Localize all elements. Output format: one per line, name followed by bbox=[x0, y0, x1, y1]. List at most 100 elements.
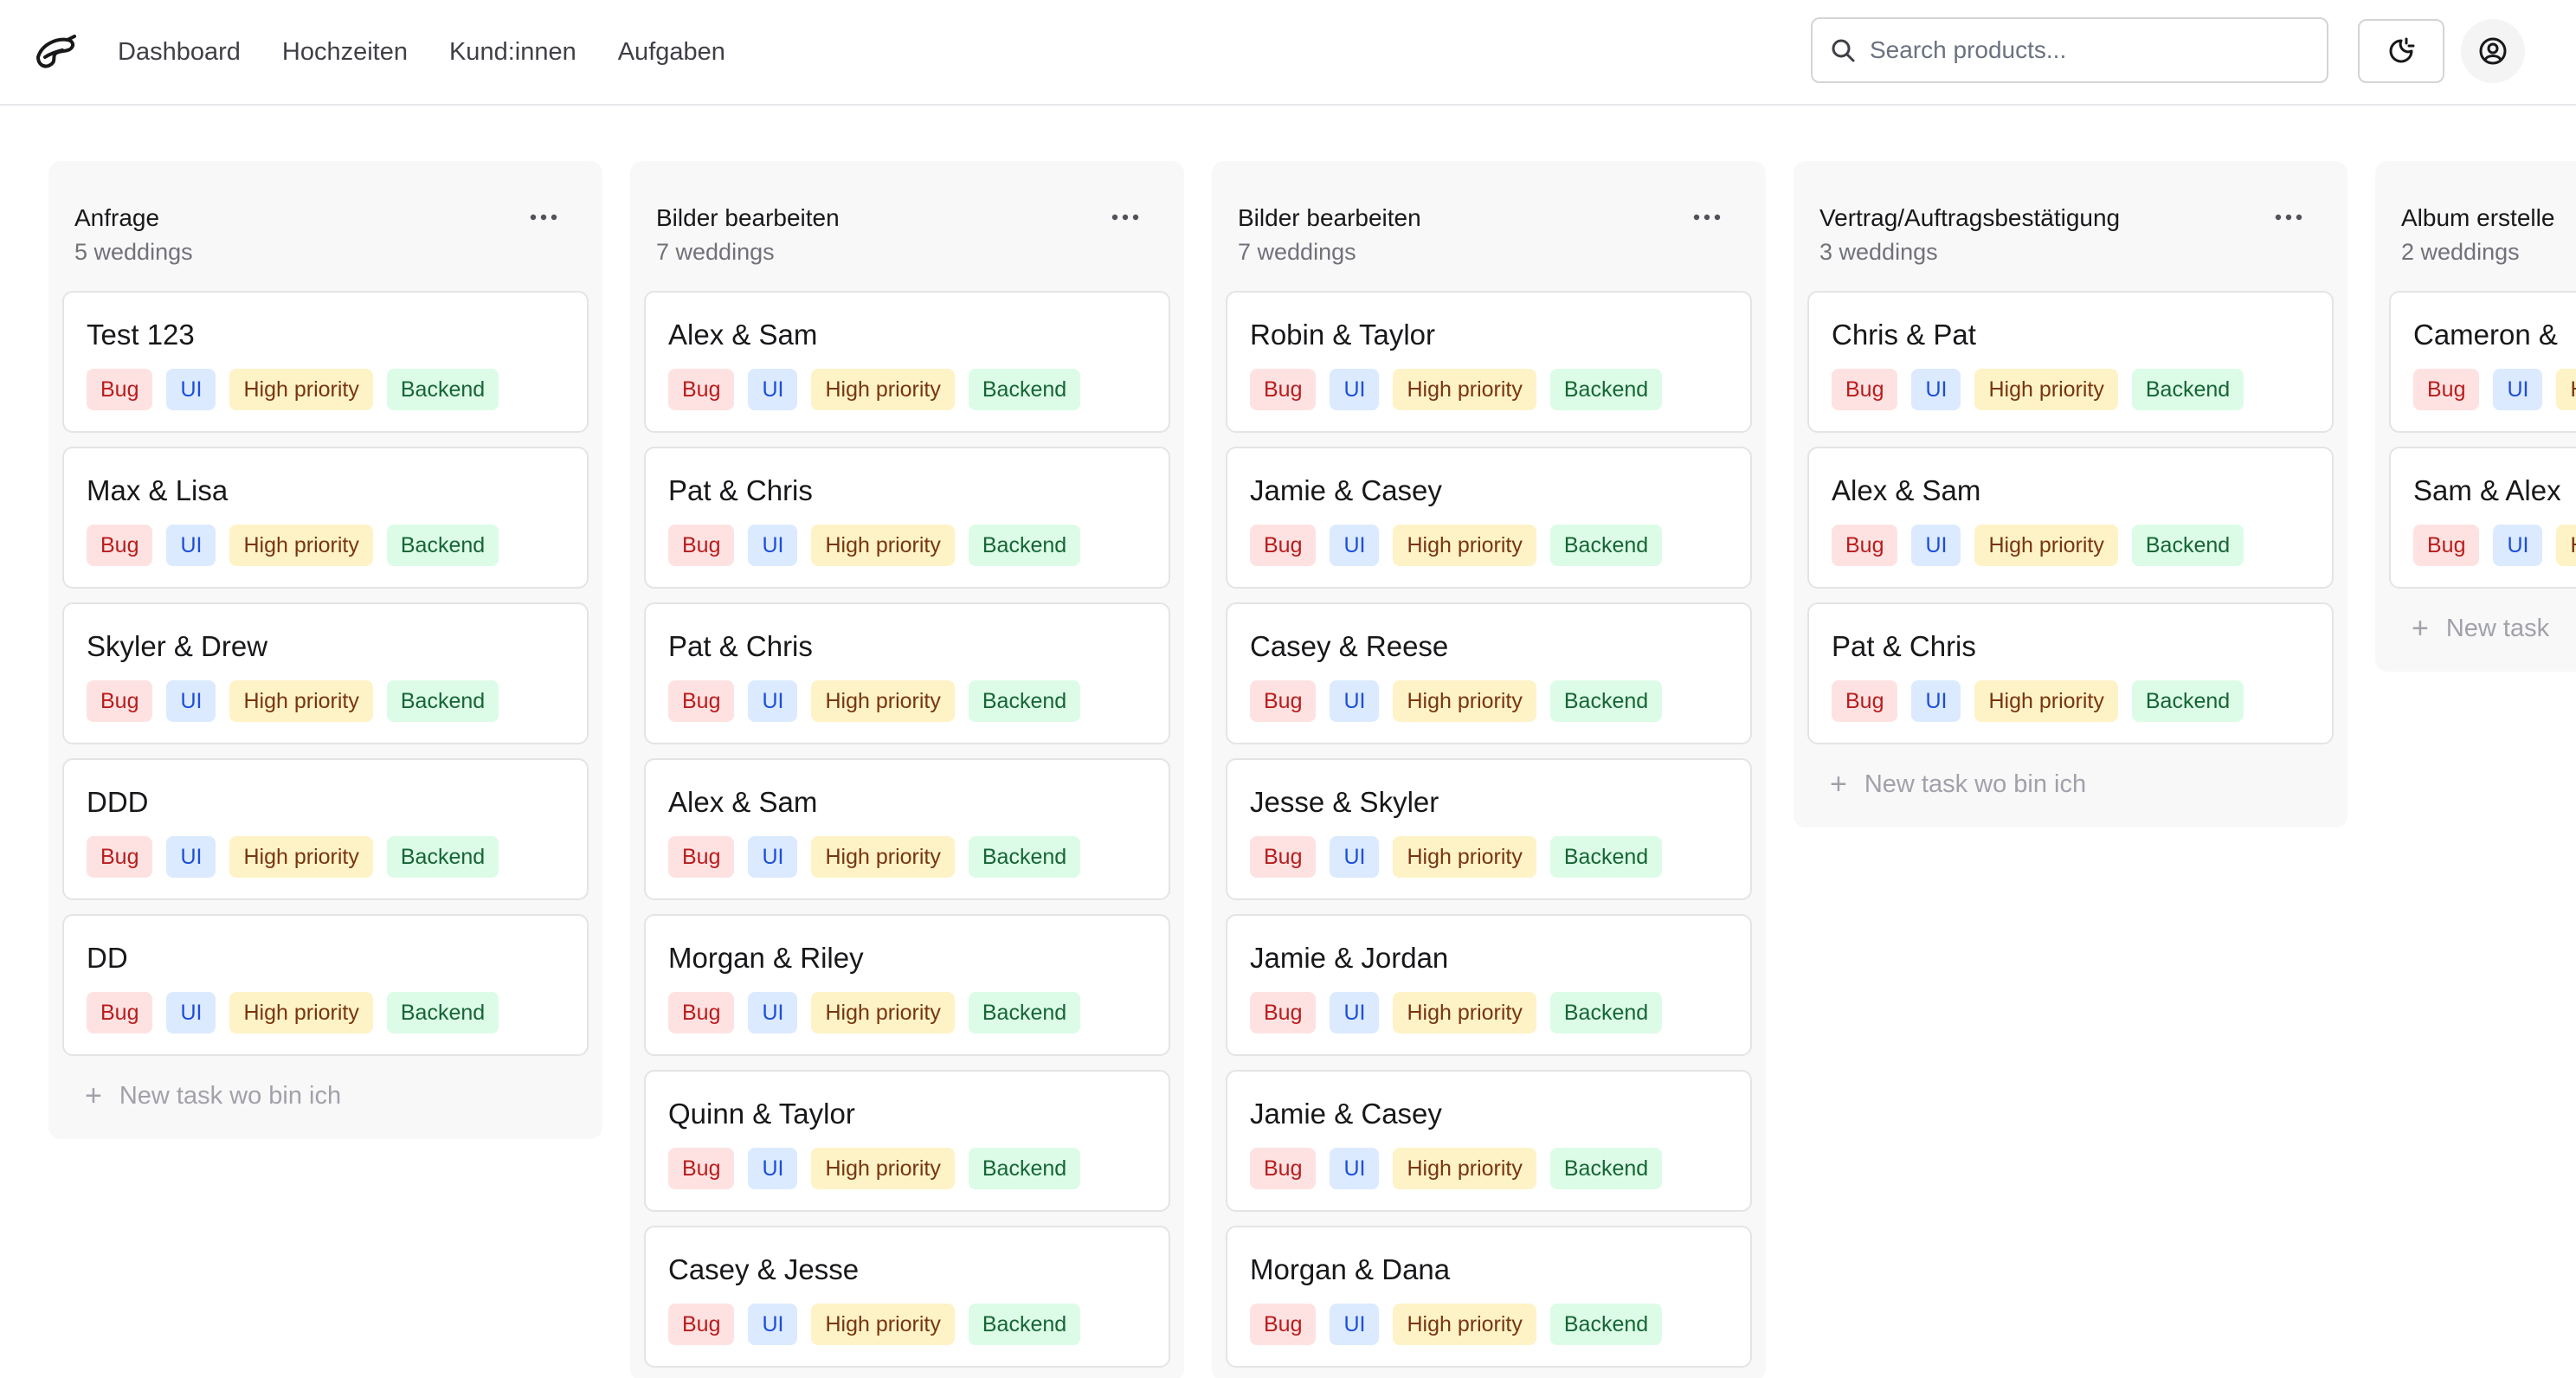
wedding-card[interactable]: Chris & Pat Bug UI High priority Backend bbox=[1807, 291, 2334, 433]
tag-ui: UI bbox=[748, 680, 798, 722]
plus-icon: + bbox=[1830, 768, 1847, 801]
wedding-card[interactable]: Jamie & Jordan Bug UI High priority Backend bbox=[1226, 914, 1752, 1056]
wedding-card[interactable]: Alex & Sam Bug UI High priority Backend bbox=[644, 758, 1170, 900]
tag-backend: Backend bbox=[2131, 680, 2244, 722]
tag-list: BugUIHigh priorityBackend bbox=[87, 992, 512, 1034]
new-task-button[interactable]: + New task bbox=[2389, 602, 2576, 654]
card-title: Casey & Reese bbox=[1250, 630, 1449, 662]
tag-ui: UI bbox=[1330, 1148, 1380, 1189]
tag-list: BugUIHigh priorityBackend bbox=[87, 680, 512, 722]
card-title: Robin & Taylor bbox=[1250, 319, 1436, 351]
user-circle-icon bbox=[2479, 37, 2507, 65]
wedding-card[interactable]: DDD Bug UI High priority Backend bbox=[62, 758, 589, 900]
ellipsis-icon[interactable] bbox=[1693, 209, 1721, 225]
tag-bug: Bug bbox=[668, 836, 735, 878]
tag-backend: Backend bbox=[386, 992, 499, 1034]
tag-backend: Backend bbox=[968, 992, 1081, 1034]
tag-bug: Bug bbox=[668, 1148, 735, 1189]
card-title: Chris & Pat bbox=[1832, 319, 1976, 351]
user-menu-button[interactable] bbox=[2461, 19, 2525, 83]
wedding-card[interactable]: Alex & Sam Bug UI High priority Backend bbox=[644, 291, 1170, 433]
nav-link-hochzeiten[interactable]: Hochzeiten bbox=[282, 38, 408, 67]
column-count: 7 weddings bbox=[1238, 239, 1356, 265]
wedding-card[interactable]: Cameron & BugUIHigh priorityBackend bbox=[2389, 291, 2576, 433]
tag-backend: Backend bbox=[386, 369, 499, 410]
plus-icon: + bbox=[2412, 612, 2429, 645]
tag-list: BugUIHigh priorityBackend bbox=[1250, 680, 1676, 722]
tag-list: BugUIHigh priorityBackend bbox=[87, 836, 512, 878]
new-task-label: New task wo bin ich bbox=[119, 1081, 342, 1110]
new-task-button[interactable]: + New task wo bin ich bbox=[1807, 758, 2334, 810]
tag-ui: UI bbox=[166, 525, 216, 566]
bird-logo-icon[interactable] bbox=[33, 31, 78, 73]
wedding-card[interactable]: Jesse & Skyler Bug UI High priority Backend bbox=[1226, 758, 1752, 900]
wedding-card[interactable]: DD Bug UI High priority Backend bbox=[62, 914, 589, 1056]
tag-bug: Bug bbox=[87, 836, 153, 878]
tag-ui: UI bbox=[748, 1148, 798, 1189]
tag-high-priority: High priority bbox=[1393, 1304, 1536, 1345]
ellipsis-icon[interactable] bbox=[530, 209, 557, 225]
ellipsis-icon[interactable] bbox=[1111, 209, 1139, 225]
tag-list: BugUIHigh priorityBackend bbox=[668, 992, 1094, 1034]
wedding-card[interactable]: Pat & Chris Bug UI High priority Backend bbox=[1807, 602, 2334, 744]
wedding-card[interactable]: Casey & Jesse Bug UI High priority Backend bbox=[644, 1226, 1170, 1368]
wedding-card[interactable]: Casey & Reese Bug UI High priority Backend bbox=[1226, 602, 1752, 744]
tag-backend: Backend bbox=[386, 836, 499, 878]
tag-list: BugUIHigh priorityBackend bbox=[668, 1148, 1094, 1189]
tag-backend: Backend bbox=[968, 680, 1081, 722]
wedding-card[interactable]: Pat & Chris Bug UI High priority Backend bbox=[644, 447, 1170, 589]
wedding-card[interactable]: Test 123 Bug UI High priority Backend bbox=[62, 291, 589, 433]
theme-toggle-button[interactable] bbox=[2358, 19, 2444, 83]
tag-ui: UI bbox=[748, 836, 798, 878]
ellipsis-icon[interactable] bbox=[2275, 209, 2302, 225]
tag-high-priority: High priority bbox=[1393, 1148, 1536, 1189]
tag-bug: Bug bbox=[1250, 992, 1317, 1034]
wedding-card[interactable]: Quinn & Taylor Bug UI High priority Backend bbox=[644, 1070, 1170, 1212]
tag-list: BugUIHigh priorityBackend bbox=[1250, 1148, 1676, 1189]
card-title: Pat & Chris bbox=[1832, 630, 1976, 662]
nav-link-dashboard[interactable]: Dashboard bbox=[118, 38, 241, 67]
wedding-card[interactable]: Skyler & Drew Bug UI High priority Backend bbox=[62, 602, 589, 744]
nav-link-aufgaben[interactable]: Aufgaben bbox=[618, 38, 725, 67]
card-title: Jesse & Skyler bbox=[1250, 786, 1439, 818]
tag-backend: Backend bbox=[386, 525, 499, 566]
kanban-column: Album erstelle 2 weddings Cameron & Bug UI Hi… bbox=[2375, 161, 2576, 672]
column-count: 3 weddings bbox=[1819, 239, 1938, 265]
tag-list: BugUIHigh priorityBackend bbox=[2413, 369, 2576, 410]
card-title: Alex & Sam bbox=[1832, 474, 1981, 506]
top-navbar: Dashboard Hochzeiten Kund:innen Aufgaben bbox=[0, 0, 2576, 106]
tag-list: BugUIHigh priorityBackend bbox=[87, 525, 512, 566]
wedding-card[interactable]: Morgan & Dana Bug UI High priority Backend bbox=[1226, 1226, 1752, 1368]
tag-high-priority: High priority bbox=[811, 836, 955, 878]
wedding-card[interactable]: Sam & AlexBugUIHigh priorityBackend bbox=[2389, 447, 2576, 589]
wedding-card[interactable]: Pat & Chris Bug UI High priority Backend bbox=[644, 602, 1170, 744]
wedding-card[interactable]: Max & Lisa Bug UI High priority Backend bbox=[62, 447, 589, 589]
card-title: Cameron & bbox=[2413, 319, 2558, 351]
wedding-card[interactable]: Robin & Taylor Bug UI High priority Backend bbox=[1226, 291, 1752, 433]
tag-ui: UI bbox=[1911, 369, 1961, 410]
column-count: 5 weddings bbox=[74, 239, 193, 265]
tag-bug: Bug bbox=[87, 525, 153, 566]
card-title: Max & Lisa bbox=[87, 474, 229, 506]
tag-ui: UI bbox=[166, 992, 216, 1034]
tag-backend: Backend bbox=[1549, 369, 1663, 410]
search-input[interactable] bbox=[1868, 35, 2304, 65]
wedding-card[interactable]: Alex & Sam Bug UI High priority Backend bbox=[1807, 447, 2334, 589]
new-task-button[interactable]: + New task wo bin ich bbox=[62, 1070, 589, 1122]
tag-bug: Bug bbox=[668, 992, 735, 1034]
card-title: Sam & Alex bbox=[2413, 474, 2561, 506]
wedding-card[interactable]: Jamie & Casey Bug UI High priority Backend bbox=[1226, 1070, 1752, 1212]
tag-bug: Bug bbox=[1832, 680, 1898, 722]
tag-list: BugUIHigh priorityBackend bbox=[87, 369, 512, 410]
tag-backend: Backend bbox=[968, 1148, 1081, 1189]
tag-ui: UI bbox=[1330, 680, 1380, 722]
wedding-card[interactable]: Morgan & Riley Bug UI High priority Backend bbox=[644, 914, 1170, 1056]
tag-list: BugUIHigh priorityBackend bbox=[1250, 1304, 1676, 1345]
nav-link-kundinnen[interactable]: Kund:innen bbox=[449, 38, 576, 67]
column-title: Vertrag/Auftragsbestätigung bbox=[1819, 204, 2121, 231]
tag-backend: Backend bbox=[1549, 1304, 1663, 1345]
tag-ui: UI bbox=[1330, 992, 1380, 1034]
wedding-card[interactable]: Jamie & Casey Bug UI High priority Backend bbox=[1226, 447, 1752, 589]
tag-backend: Backend bbox=[1549, 1148, 1663, 1189]
tag-ui: UI bbox=[2493, 525, 2543, 566]
